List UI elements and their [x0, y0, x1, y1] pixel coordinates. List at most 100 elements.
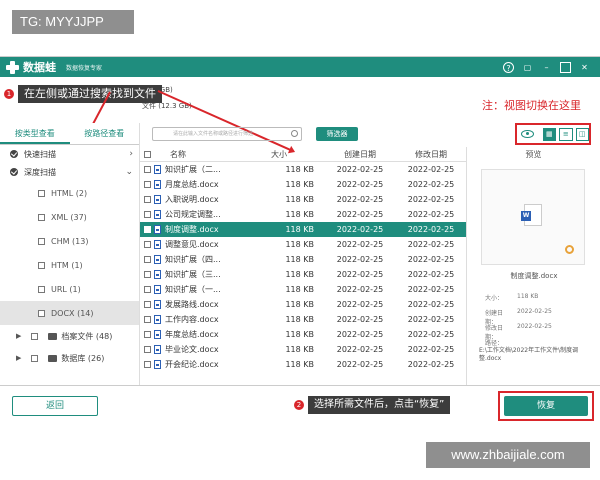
row-checkbox[interactable] [144, 316, 151, 323]
table-row[interactable]: 年度总结.docx 118 KB 2022-02-25 2022-02-25 [140, 327, 466, 342]
row-checkbox[interactable] [144, 166, 151, 173]
expand-icon[interactable]: ▶ [16, 354, 21, 362]
save-icon[interactable]: ▢ [522, 62, 533, 73]
zoom-icon[interactable] [565, 245, 574, 254]
row-checkbox[interactable] [144, 331, 151, 338]
word-document-icon: W [521, 204, 542, 226]
chevron-right-icon[interactable]: › [129, 149, 133, 159]
close-icon[interactable]: ✕ [579, 62, 590, 73]
tab-by-path[interactable]: 按路径查看 [70, 123, 140, 144]
file-created: 2022-02-25 [336, 315, 384, 324]
row-checkbox[interactable] [144, 196, 151, 203]
file-created: 2022-02-25 [336, 330, 384, 339]
checkbox[interactable] [31, 332, 39, 340]
header-name[interactable]: 名称 [152, 149, 244, 160]
file-created: 2022-02-25 [336, 300, 384, 309]
type-item-chm[interactable]: CHM (13) [0, 229, 139, 253]
preview-thumbnail: W [481, 169, 585, 265]
minimize-icon[interactable]: – [541, 62, 552, 73]
callout-bottom: 选择所需文件后，点击“恢复” [308, 396, 451, 414]
file-name: 知识扩展（三... [165, 270, 221, 279]
meta-label: 路径： [485, 340, 504, 347]
row-checkbox[interactable] [144, 361, 151, 368]
table-row[interactable]: 月度总结.docx 118 KB 2022-02-25 2022-02-25 [140, 177, 466, 192]
preview-panel: 预览 W 制度调整.docx 大小： 118 KB 创建日期： 2022-02-25… [466, 147, 600, 385]
row-checkbox[interactable] [144, 286, 151, 293]
table-row[interactable]: 知识扩展（二... 118 KB 2022-02-25 2022-02-25 [140, 162, 466, 177]
file-created: 2022-02-25 [336, 345, 384, 354]
folder-archive[interactable]: ▶ 档案文件 (48) [0, 325, 139, 347]
file-created: 2022-02-25 [336, 210, 384, 219]
checkbox[interactable] [38, 285, 45, 293]
table-row[interactable]: 入职说明.docx 118 KB 2022-02-25 2022-02-25 [140, 192, 466, 207]
folder-database[interactable]: ▶ 数据库 (26) [0, 347, 139, 369]
row-checkbox[interactable] [144, 346, 151, 353]
sidebar: 按类型查看 按路径查看 快速扫描 › 深度扫描 ⌄ HTML (2) XML (… [0, 123, 140, 385]
preview-size: 大小： 118 KB [485, 293, 538, 302]
filter-button[interactable]: 筛选器 [316, 127, 358, 141]
table-row[interactable]: 知识扩展（一... 118 KB 2022-02-25 2022-02-25 [140, 282, 466, 297]
row-checkbox[interactable] [144, 211, 151, 218]
title-bar: 数据蛙 数据恢复专家 ? ▢ – ✕ [0, 57, 600, 77]
checkbox[interactable] [31, 354, 39, 362]
detail-view-icon[interactable]: ◫ [575, 127, 589, 141]
checkbox[interactable] [38, 189, 45, 197]
type-item-htm[interactable]: HTM (1) [0, 253, 139, 277]
type-item-xml[interactable]: XML (37) [0, 205, 139, 229]
table-row[interactable]: 工作内容.docx 118 KB 2022-02-25 2022-02-25 [140, 312, 466, 327]
file-name: 知识扩展（二... [165, 165, 221, 174]
table-row[interactable]: 开会纪论.docx 118 KB 2022-02-25 2022-02-25 [140, 357, 466, 372]
file-modified: 2022-02-25 [407, 225, 455, 234]
table-row[interactable]: 调整意见.docx 118 KB 2022-02-25 2022-02-25 [140, 237, 466, 252]
header-modified[interactable]: 修改日期 [396, 149, 466, 160]
docx-icon [154, 225, 161, 234]
table-row[interactable]: 公司规定调整... 118 KB 2022-02-25 2022-02-25 [140, 207, 466, 222]
type-item-html[interactable]: HTML (2) [0, 181, 139, 205]
docx-icon [154, 180, 161, 189]
type-label: HTML (2) [51, 188, 88, 198]
file-size: 118 KB [285, 165, 314, 174]
table-row[interactable]: 发展路线.docx 118 KB 2022-02-25 2022-02-25 [140, 297, 466, 312]
type-item-docx[interactable]: DOCX (14) [0, 301, 139, 325]
eye-icon[interactable] [521, 130, 534, 138]
table-row[interactable]: 知识扩展（四... 118 KB 2022-02-25 2022-02-25 [140, 252, 466, 267]
maximize-icon[interactable] [560, 61, 571, 73]
checkbox[interactable] [38, 309, 45, 317]
step-marker-1: 1 [4, 89, 14, 99]
docx-icon [154, 360, 161, 369]
row-checkbox[interactable] [144, 181, 151, 188]
scan-deep[interactable]: 深度扫描 ⌄ [0, 163, 139, 181]
grid-view-icon[interactable]: ▦ [542, 127, 557, 141]
row-checkbox[interactable] [144, 226, 151, 233]
row-checkbox[interactable] [144, 301, 151, 308]
header-created[interactable]: 创建日期 [324, 149, 396, 160]
file-size: 118 KB [285, 180, 314, 189]
checkbox[interactable] [38, 213, 45, 221]
table-row[interactable]: 毕业论文.docx 118 KB 2022-02-25 2022-02-25 [140, 342, 466, 357]
recover-button[interactable]: 恢复 [504, 396, 588, 416]
back-button[interactable]: 返回 [12, 396, 98, 416]
view-switcher: ▦ ≡ ◫ [515, 123, 591, 145]
checkbox[interactable] [38, 237, 45, 245]
docx-icon [154, 300, 161, 309]
table-row[interactable]: 制度调整.docx 118 KB 2022-02-25 2022-02-25 [140, 222, 466, 237]
table-row[interactable]: 知识扩展（三... 118 KB 2022-02-25 2022-02-25 [140, 267, 466, 282]
file-name: 调整意见.docx [165, 240, 219, 249]
checkbox[interactable] [38, 261, 45, 269]
tab-by-type[interactable]: 按类型查看 [0, 123, 70, 144]
select-all-checkbox[interactable] [144, 150, 151, 158]
search-input[interactable]: 请在此输入文件名称或路径进行筛选 [152, 127, 302, 141]
list-view-icon[interactable]: ≡ [559, 127, 573, 141]
type-item-url[interactable]: URL (1) [0, 277, 139, 301]
row-checkbox[interactable] [144, 271, 151, 278]
help-icon[interactable]: ? [503, 61, 514, 73]
file-name: 发展路线.docx [165, 300, 219, 309]
row-checkbox[interactable] [144, 241, 151, 248]
file-table: 名称 大小 创建日期 修改日期 知识扩展（二... 118 KB 2022-02-2… [140, 147, 466, 385]
search-icon[interactable] [291, 130, 298, 137]
row-checkbox[interactable] [144, 256, 151, 263]
scan-quick[interactable]: 快速扫描 › [0, 145, 139, 163]
header-size[interactable]: 大小 [244, 149, 324, 160]
chevron-down-icon[interactable]: ⌄ [125, 167, 133, 177]
expand-icon[interactable]: ▶ [16, 332, 21, 340]
